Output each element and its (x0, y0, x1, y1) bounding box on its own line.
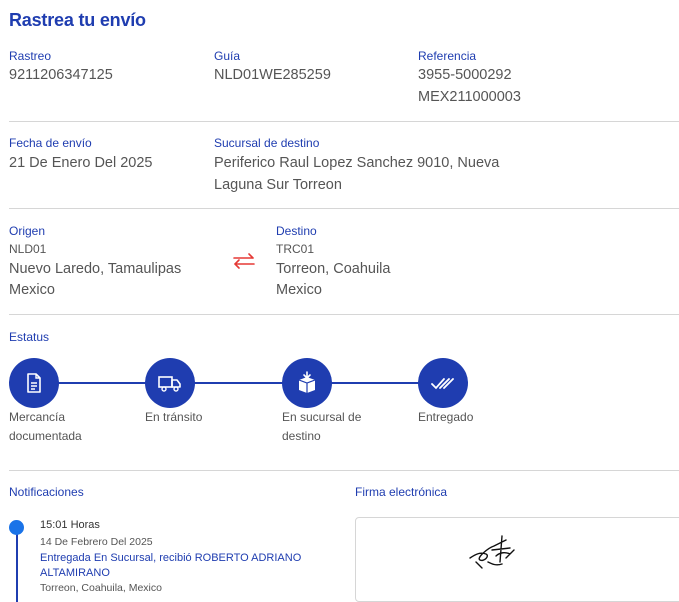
referencia-value-1: 3955-5000292 (418, 67, 512, 83)
sucursal-destino-label: Sucursal de destino (214, 136, 320, 150)
origen-code: NLD01 (9, 242, 47, 256)
package-icon (298, 371, 316, 393)
page-title: Rastrea tu envío (9, 10, 146, 30)
guia-value: NLD01WE285259 (214, 67, 331, 83)
step-label-documented: Mercancía documentada (9, 410, 82, 443)
origen-country: Mexico (9, 282, 55, 298)
sucursal-destino-line-2: Laguna Sur Torreon (214, 177, 342, 193)
destino-country: Mexico (276, 282, 322, 298)
destino-city: Torreon, Coahuila (276, 261, 391, 277)
sucursal-destino-line-1: Periferico Raul Lopez Sanchez 9010, Nuev… (214, 155, 500, 171)
step-label-at-branch: En sucursal de destino (282, 410, 362, 443)
notification-status: Entregada En Sucursal, recibió ROBERTO A… (40, 552, 302, 579)
double-check-icon (431, 378, 454, 390)
notificaciones-label: Notificaciones (9, 485, 84, 499)
rastreo-label: Rastreo (9, 49, 52, 63)
fecha-envio-value: 21 De Enero Del 2025 (9, 155, 153, 171)
notification-place: Torreon, Coahuila, Mexico (40, 582, 162, 594)
step-label-in-transit: En tránsito (145, 410, 203, 424)
notification-time: 15:01 Horas (40, 519, 100, 531)
notification-date: 14 De Febrero Del 2025 (40, 536, 153, 548)
origen-city: Nuevo Laredo, Tamaulipas (9, 261, 182, 277)
guia-label: Guía (214, 49, 241, 63)
origen-label: Origen (9, 224, 46, 238)
fecha-envio-label: Fecha de envío (9, 136, 92, 150)
destino-label: Destino (276, 224, 317, 238)
step-in-transit (145, 358, 195, 408)
step-delivered (418, 358, 468, 408)
signature-image (469, 535, 515, 569)
status-progress-line (34, 382, 444, 384)
swap-arrows-icon (233, 253, 255, 269)
referencia-label: Referencia (418, 49, 477, 63)
estatus-label: Estatus (9, 330, 50, 344)
firma-label: Firma electrónica (355, 485, 448, 499)
step-documented (9, 358, 59, 408)
step-at-branch (282, 358, 332, 408)
divider (9, 121, 679, 122)
divider (9, 208, 679, 209)
rastreo-value: 9211206347125 (9, 67, 113, 83)
divider (9, 314, 679, 315)
destino-code: TRC01 (276, 242, 315, 256)
step-label-delivered: Entregado (418, 410, 474, 424)
signature-box (355, 517, 679, 602)
timeline-dot (9, 520, 24, 535)
timeline-line (16, 528, 18, 602)
truck-icon (158, 376, 181, 392)
referencia-value-2: MEX211000003 (418, 89, 521, 105)
divider (9, 470, 679, 471)
document-icon (27, 373, 41, 393)
